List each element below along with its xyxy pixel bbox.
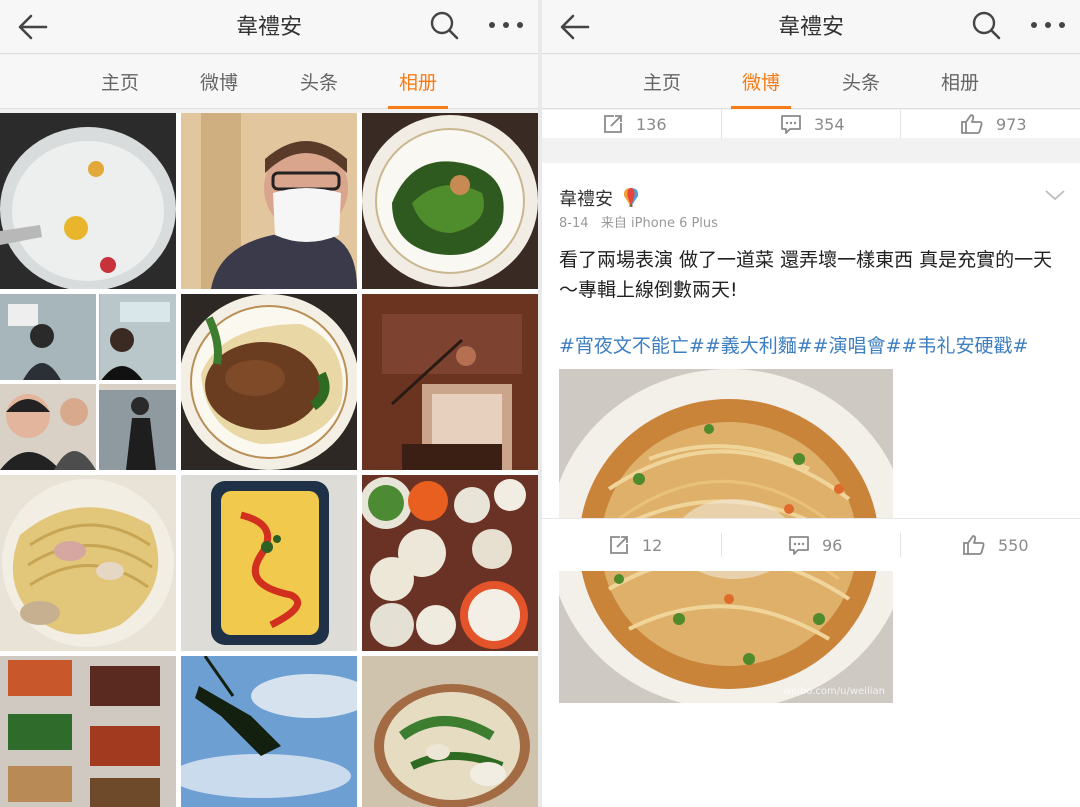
repost-icon [610, 536, 628, 554]
chevron-down-icon [1045, 190, 1065, 201]
like-button[interactable]: 973 [960, 102, 1027, 146]
post-author[interactable]: 韋禮安 [559, 185, 641, 211]
tab-weibo[interactable]: 微博 [721, 55, 801, 109]
divider [721, 533, 722, 557]
photo-grid [0, 113, 538, 807]
comment-button[interactable]: 96 [788, 519, 842, 571]
profile-tabs: 主页 微博 头条 相册 [542, 55, 1080, 109]
post-menu-button[interactable] [1044, 187, 1066, 206]
photo-thumbnail[interactable] [181, 475, 357, 651]
like-button[interactable]: 550 [962, 519, 1029, 571]
weibo-post-card[interactable]: 韋禮安 8-14 来自 iPhone 6 Plus 看了兩場表演 做了一道菜 還… [542, 163, 1080, 807]
top-bar: 韋禮安 [542, 0, 1080, 54]
like-count: 550 [998, 535, 1029, 555]
post-source: 来自 iPhone 6 Plus [600, 216, 718, 231]
repost-icon [604, 115, 622, 133]
photo-thumbnail[interactable] [0, 294, 176, 470]
prev-post-actions: 136 354 973 [542, 110, 1080, 138]
search-icon [972, 11, 1001, 40]
comment-icon [781, 115, 801, 134]
profile-tabs: 主页 微博 头条 相册 [0, 55, 538, 109]
more-icon [1031, 22, 1065, 28]
comment-button[interactable]: 354 [780, 102, 845, 146]
comment-count: 354 [814, 114, 845, 134]
top-bar: 韋禮安 [0, 0, 538, 54]
like-count: 973 [996, 114, 1027, 134]
more-button[interactable] [486, 10, 526, 40]
post-date: 8-14 [559, 216, 589, 231]
more-button[interactable] [1028, 10, 1068, 40]
search-button[interactable] [970, 8, 1004, 44]
photo-thumbnail[interactable] [181, 656, 357, 807]
back-arrow-icon [560, 14, 590, 40]
profile-weibo-screen: 韋禮安 主页 微博 头条 相册 136 354 973 韋禮安 8-14 来自 … [542, 0, 1080, 807]
photo-thumbnail[interactable] [362, 113, 538, 289]
photo-thumbnail[interactable] [181, 294, 357, 470]
photo-thumbnail[interactable] [0, 113, 176, 289]
tab-album[interactable]: 相册 [378, 55, 458, 109]
tab-home[interactable]: 主页 [80, 55, 160, 109]
rainbow-badge-icon [623, 188, 638, 207]
like-icon [961, 114, 983, 134]
repost-count: 12 [642, 535, 663, 555]
author-name: 韋禮安 [559, 189, 613, 210]
tab-album[interactable]: 相册 [920, 55, 1000, 109]
comment-count: 96 [822, 535, 843, 555]
tab-headlines[interactable]: 头条 [821, 55, 901, 109]
like-icon [963, 535, 985, 555]
more-icon [489, 22, 523, 28]
tab-headlines[interactable]: 头条 [279, 55, 359, 109]
photo-thumbnail[interactable] [181, 113, 357, 289]
post-actions: 12 96 550 [542, 519, 1080, 571]
divider [721, 110, 722, 138]
repost-button[interactable]: 136 [602, 102, 667, 146]
post-text: 看了兩場表演 做了一道菜 還弄壞一樣東西 真是充實的一天～專輯上線倒數兩天! [559, 249, 1053, 301]
post-hashtags[interactable]: #宵夜文不能亡##義大利麵##演唱會##韦礼安硬戳# [559, 331, 1028, 358]
image-watermark: weibo.com/u/weilian [782, 686, 885, 697]
photo-thumbnail[interactable] [362, 656, 538, 807]
photo-thumbnail[interactable] [0, 656, 176, 807]
photo-thumbnail[interactable] [0, 475, 176, 651]
search-button[interactable] [428, 8, 462, 44]
photo-thumbnail[interactable] [362, 475, 538, 651]
back-button[interactable] [14, 8, 52, 46]
profile-album-screen: 韋禮安 主页 微博 头条 相册 [0, 0, 538, 807]
post-meta: 8-14 来自 iPhone 6 Plus [559, 212, 718, 231]
photo-thumbnail[interactable] [362, 294, 538, 470]
divider [900, 533, 901, 557]
repost-button[interactable]: 12 [608, 519, 662, 571]
repost-count: 136 [636, 114, 667, 134]
comment-icon [789, 536, 809, 555]
back-button[interactable] [556, 8, 594, 46]
divider [900, 110, 901, 138]
tab-home[interactable]: 主页 [622, 55, 702, 109]
search-icon [430, 11, 459, 40]
weibo-feed: 136 354 973 韋禮安 8-14 来自 iPhone 6 Plus 看了… [542, 110, 1080, 807]
tab-weibo[interactable]: 微博 [179, 55, 259, 109]
back-arrow-icon [18, 14, 48, 40]
